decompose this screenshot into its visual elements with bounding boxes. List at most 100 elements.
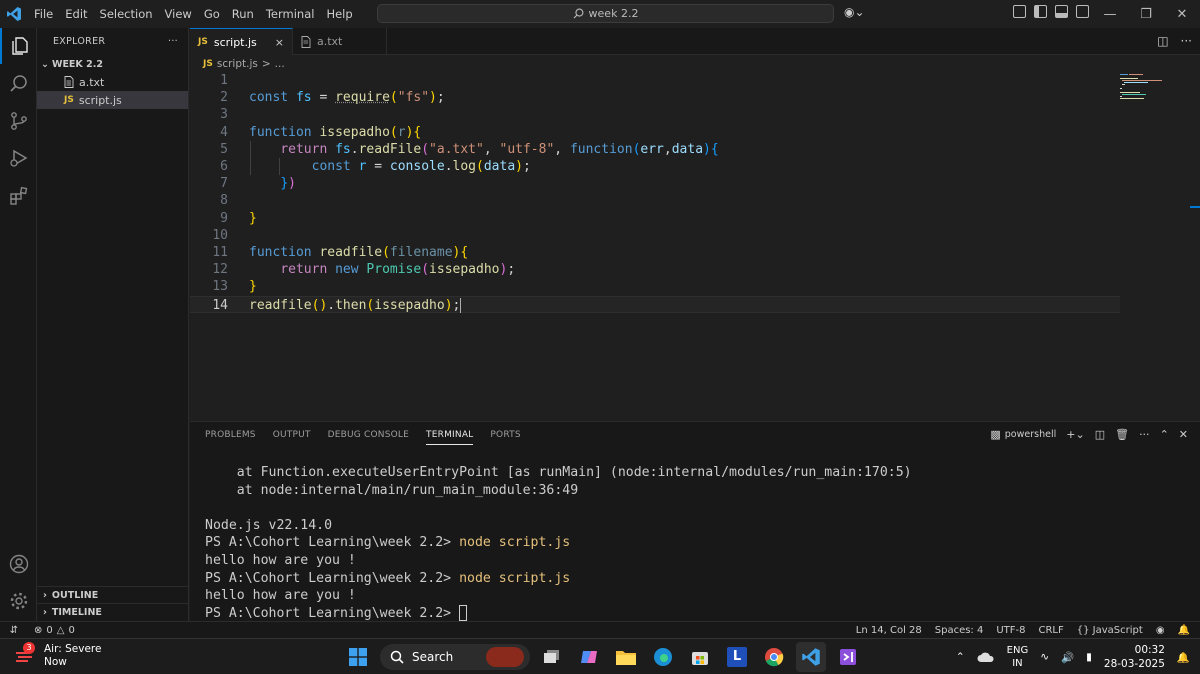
menu-run[interactable]: Run (226, 7, 260, 21)
more-actions-icon[interactable]: ··· (168, 36, 178, 47)
windows-start-icon[interactable] (343, 642, 373, 672)
copilot-icon[interactable]: ◉⌄ (844, 5, 865, 19)
code-line-current: 14 readfile().then(issepadho); (190, 295, 1120, 313)
onedrive-cloud-icon[interactable] (977, 651, 995, 663)
source-control-icon[interactable] (0, 103, 37, 139)
line-number: 5 (220, 141, 228, 157)
tab-problems[interactable]: PROBLEMS (205, 430, 256, 445)
close-panel-icon[interactable]: ✕ (1179, 428, 1188, 441)
extensions-icon[interactable] (0, 178, 37, 214)
indentation[interactable]: Spaces: 4 (935, 625, 984, 636)
vscode-app-icon[interactable] (796, 642, 826, 672)
more-actions-icon[interactable]: ··· (1139, 428, 1150, 441)
shell-name[interactable]: powershell (1005, 429, 1056, 440)
more-actions-icon[interactable]: ··· (1181, 34, 1192, 48)
menu-view[interactable]: View (159, 7, 198, 21)
tab-ports[interactable]: PORTS (490, 430, 520, 445)
file-explorer-icon[interactable] (611, 642, 641, 672)
split-terminal-icon[interactable]: ◫ (1095, 428, 1105, 441)
new-terminal-icon[interactable]: +⌄ (1066, 428, 1084, 441)
timeline-label: TIMELINE (51, 607, 102, 618)
problems-status[interactable]: ⊗ 0 △ 0 (34, 625, 75, 636)
minimap[interactable] (1120, 72, 1190, 420)
outline-section[interactable]: › OUTLINE (37, 586, 189, 604)
code-text: return fs.readFile("a.txt", "utf-8", fun… (280, 141, 719, 157)
trash-icon[interactable]: 🗑 (1115, 428, 1129, 441)
settings-gear-icon[interactable] (0, 583, 37, 619)
menu-help[interactable]: Help (320, 7, 358, 21)
chrome-browser-icon[interactable] (759, 642, 789, 672)
notifications-icon[interactable]: 🔔 (1177, 651, 1190, 664)
chevron-down-icon: ⌄ (41, 58, 49, 70)
search-icon (573, 8, 583, 19)
tab-terminal[interactable]: TERMINAL (426, 430, 474, 445)
microsoft-store-icon[interactable] (685, 642, 715, 672)
code-line: 10 (190, 227, 1120, 244)
code-line: 3 (190, 106, 1120, 123)
tab-a-txt[interactable]: a.txt (293, 28, 387, 55)
breadcrumb-rest[interactable]: ... (275, 58, 285, 70)
tab-script-js[interactable]: JS script.js × (190, 28, 293, 55)
end-of-line[interactable]: CRLF (1039, 625, 1064, 636)
battery-icon[interactable]: ▮ (1086, 651, 1092, 663)
timeline-section[interactable]: › TIMELINE (37, 603, 189, 621)
minimize-icon[interactable]: — (1092, 7, 1128, 22)
volume-icon[interactable]: 🔊 (1061, 651, 1074, 664)
copilot-status-icon[interactable]: ◉ (1156, 625, 1165, 636)
menu-file[interactable]: File (28, 7, 59, 21)
notifications-bell-icon[interactable]: 🔔 (1178, 625, 1190, 636)
tab-label: a.txt (317, 35, 343, 48)
chevron-up-icon[interactable]: ⌃ (956, 651, 965, 663)
search-icon[interactable] (0, 66, 37, 102)
code-line: 7 }) (190, 175, 1120, 192)
toggle-sidebar-icon[interactable] (1034, 5, 1047, 18)
command-center-search[interactable]: week 2.2 (377, 4, 834, 23)
breadcrumb-file[interactable]: script.js (217, 58, 258, 70)
maximize-panel-icon[interactable]: ⌃ (1160, 428, 1169, 441)
workspace-folder[interactable]: ⌄ WEEK 2.2 (37, 55, 188, 73)
toggle-panel-icon[interactable] (1055, 5, 1068, 18)
menu-go[interactable]: Go (198, 7, 226, 21)
warning-icon: △ (56, 624, 65, 636)
account-icon[interactable] (0, 546, 37, 582)
code-line: 8 (190, 192, 1120, 209)
breadcrumb-separator: > (261, 58, 271, 70)
clock[interactable]: 00:32 28-03-2025 (1104, 643, 1165, 671)
split-editor-icon[interactable]: ◫ (1157, 34, 1168, 48)
close-window-icon[interactable]: ✕ (1164, 7, 1200, 22)
tab-output[interactable]: OUTPUT (273, 430, 311, 445)
code-editor[interactable]: 1 2 const fs = require("fs"); 3 4 function… (190, 72, 1200, 420)
file-item-a-txt[interactable]: a.txt (37, 73, 188, 91)
customize-layout-icon[interactable] (1013, 5, 1026, 18)
weather-widget[interactable]: 3 Air: Severe Now (14, 642, 101, 669)
menu-edit[interactable]: Edit (59, 7, 93, 21)
terminal-prompt-line: PS A:\Cohort Learning\week 2.2> node scr… (205, 534, 912, 552)
remote-icon[interactable]: ⇵ (0, 622, 28, 639)
terminal-output[interactable]: at Function.executeUserEntryPoint [as ru… (205, 464, 912, 622)
file-item-script-js[interactable]: JS script.js (37, 91, 188, 109)
task-view-icon[interactable] (537, 642, 567, 672)
edge-browser-icon[interactable] (648, 642, 678, 672)
error-count: 0 (46, 624, 53, 636)
menu-terminal[interactable]: Terminal (260, 7, 321, 21)
line-number: 14 (212, 297, 228, 313)
close-tab-icon[interactable]: × (275, 36, 284, 49)
taskbar-search[interactable]: Search (380, 644, 530, 670)
run-debug-icon[interactable] (0, 140, 37, 176)
wifi-icon[interactable]: ∿ (1040, 651, 1049, 663)
restore-icon[interactable]: ❐ (1128, 7, 1164, 22)
visual-studio-icon[interactable] (833, 642, 863, 672)
menu-selection[interactable]: Selection (94, 7, 159, 21)
encoding[interactable]: UTF-8 (996, 625, 1025, 636)
line-number: 8 (220, 193, 228, 209)
tab-debug-console[interactable]: DEBUG CONSOLE (328, 430, 409, 445)
file-label: script.js (78, 93, 122, 107)
code-line: 6 const r = console.log(data); (190, 158, 1120, 175)
explorer-icon[interactable] (0, 28, 37, 64)
toggle-secondary-sidebar-icon[interactable] (1076, 5, 1089, 18)
l-app-icon[interactable]: L (722, 642, 752, 672)
copilot-app-icon[interactable] (574, 642, 604, 672)
language-mode[interactable]: {} JavaScript (1077, 625, 1143, 636)
cursor-position[interactable]: Ln 14, Col 28 (856, 625, 922, 636)
language-indicator[interactable]: ENG IN (1007, 644, 1029, 670)
